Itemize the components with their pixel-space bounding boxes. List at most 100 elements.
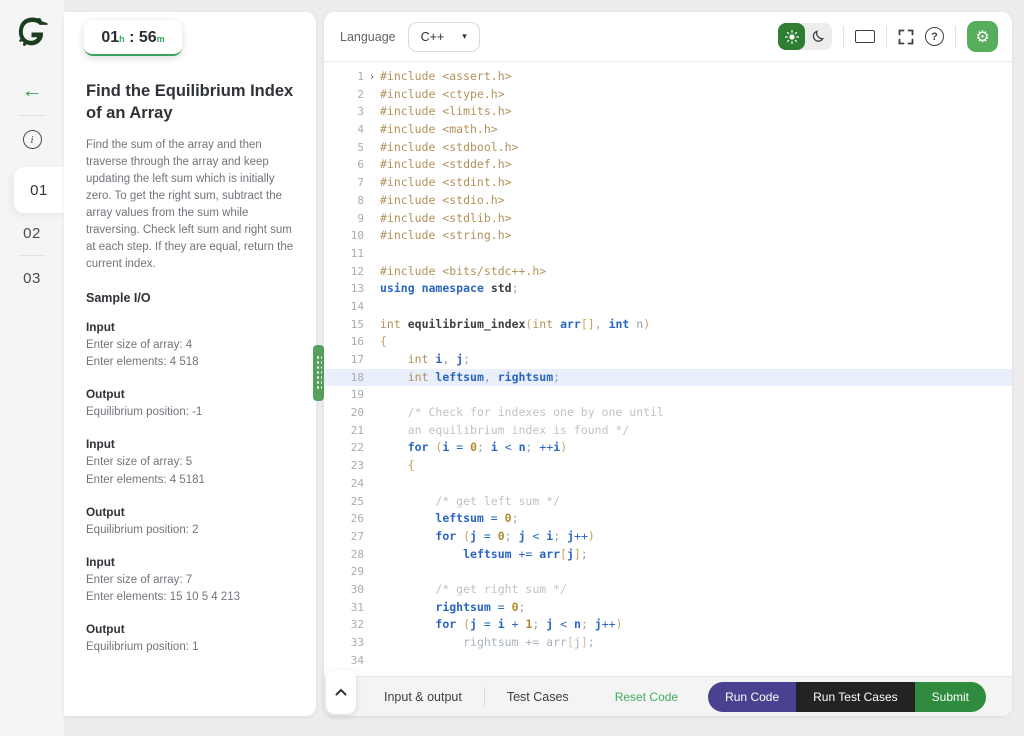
fullscreen-icon xyxy=(898,29,914,44)
code-line[interactable]: 1 › #include <assert.h> xyxy=(324,68,1012,86)
code-line[interactable]: 18 int leftsum, rightsum; xyxy=(324,368,1012,387)
code-line[interactable]: 15 int equilibrium_index(int arr[], int n… xyxy=(324,316,1012,334)
line-number: 26 xyxy=(350,512,364,526)
code-line[interactable]: 32 for (j = i + 1; j < n; j++) xyxy=(324,616,1012,634)
code-line[interactable]: 5 #include <stdbool.h> xyxy=(324,139,1012,157)
code-line[interactable]: 7 #include <stdint.h> xyxy=(324,174,1012,192)
code-text: /* get left sum */ xyxy=(435,493,561,508)
back-arrow-icon[interactable]: ← xyxy=(0,79,64,103)
code-line[interactable]: 14 xyxy=(324,298,1012,316)
code-line[interactable]: 2 #include <ctype.h> xyxy=(324,86,1012,104)
code-line[interactable]: 8 #include <stdio.h> xyxy=(324,192,1012,210)
code-line[interactable]: 28 leftsum += arr[j]; xyxy=(324,546,1012,564)
line-number: 13 xyxy=(350,282,364,296)
line-number: 33 xyxy=(350,636,364,649)
language-label: Language xyxy=(340,29,396,44)
question-tab-01[interactable]: 01 xyxy=(14,167,64,213)
io-block: Output Equilibrium position: 1 xyxy=(86,622,294,657)
code-line[interactable]: 10 #include <string.h> xyxy=(324,227,1012,245)
problem-title: Find the Equilibrium Index of an Array xyxy=(86,82,294,123)
fold-gutter xyxy=(364,316,380,334)
chevron-up-icon xyxy=(335,688,347,696)
code-line[interactable]: 26 leftsum = 0; xyxy=(324,510,1012,528)
tab-input-output[interactable]: Input & output xyxy=(384,690,462,704)
code-line[interactable]: 27 for (j = 0; j < i; j++) xyxy=(324,528,1012,546)
code-editor[interactable]: 1 › #include <assert.h> 2 #include <ctype.h>… xyxy=(324,62,1012,676)
code-line[interactable]: 4 #include <math.h> xyxy=(324,121,1012,139)
code-line[interactable]: 16 { xyxy=(324,333,1012,351)
code-text: #include <stdbool.h> xyxy=(380,139,519,154)
code-line[interactable]: 23 { xyxy=(324,457,1012,475)
code-line[interactable]: 25 /* get left sum */ xyxy=(324,493,1012,511)
code-text: /* Check for indexes one by one until xyxy=(407,405,664,420)
timer-minutes: 56 xyxy=(138,29,157,46)
fold-chevron-icon[interactable]: › xyxy=(364,68,380,86)
fold-gutter xyxy=(364,192,380,210)
line-number: 15 xyxy=(350,317,364,331)
io-block: Input Enter size of array: 5 Enter eleme… xyxy=(86,437,294,490)
code-text: { xyxy=(380,334,387,349)
code-line[interactable]: 22 for (i = 0; i < n; ++i) xyxy=(324,439,1012,457)
timer-hours-unit: h xyxy=(119,34,125,44)
run-code-button[interactable]: Run Code xyxy=(708,681,797,712)
dark-theme-button[interactable] xyxy=(805,23,832,50)
line-number: 9 xyxy=(357,211,364,225)
help-icon: ? xyxy=(931,30,938,43)
io-label: Input xyxy=(86,319,115,334)
code-line[interactable]: 3 #include <limits.h> xyxy=(324,103,1012,121)
fullscreen-button[interactable] xyxy=(898,29,914,45)
code-text: #include <stdio.h> xyxy=(380,192,505,207)
panel-resize-grip[interactable] xyxy=(313,345,324,401)
toolbar-divider xyxy=(955,25,956,48)
line-number: 22 xyxy=(350,441,364,455)
left-rail: ← i 01 02 03 xyxy=(0,0,64,736)
code-text: #include <limits.h> xyxy=(380,104,512,119)
line-number: 31 xyxy=(350,600,364,614)
settings-button[interactable]: ⚙ xyxy=(967,21,998,52)
code-line[interactable]: 31 rightsum = 0; xyxy=(324,599,1012,617)
code-line[interactable]: 17 int i, j; xyxy=(324,351,1012,369)
code-line[interactable]: 11 xyxy=(324,245,1012,263)
line-number: 27 xyxy=(350,529,364,543)
question-tab-03[interactable]: 03 xyxy=(0,258,64,298)
chevron-down-icon: ▾ xyxy=(462,31,467,41)
question-tab-02[interactable]: 02 xyxy=(0,213,64,253)
line-number: 25 xyxy=(350,494,364,508)
rail-divider xyxy=(19,255,45,256)
code-line[interactable]: 34 xyxy=(324,652,1012,670)
info-icon[interactable]: i xyxy=(22,130,42,149)
code-text: for (i = 0; i < n; ++i) xyxy=(407,440,568,455)
code-line[interactable]: 24 xyxy=(324,475,1012,493)
code-line[interactable]: 20 /* Check for indexes one by one until xyxy=(324,404,1012,422)
language-value: C++ xyxy=(420,29,445,44)
submit-button[interactable]: Submit xyxy=(914,681,986,712)
help-button[interactable]: ? xyxy=(925,27,944,46)
fold-gutter xyxy=(364,599,380,617)
collapse-panel-button[interactable] xyxy=(326,670,356,714)
code-line[interactable]: 12 #include <bits/stdc++.h> xyxy=(324,263,1012,281)
run-test-cases-button[interactable]: Run Test Cases xyxy=(796,681,915,712)
io-block: Output Equilibrium position: -1 xyxy=(86,387,294,422)
code-line[interactable]: 21 an equilibrium index is found */ xyxy=(324,422,1012,440)
io-block: Output Equilibrium position: 2 xyxy=(86,505,294,540)
line-number: 2 xyxy=(357,87,364,101)
code-line[interactable]: 33 rightsum += arr[j]; xyxy=(324,634,1012,652)
code-line[interactable]: 9 #include <stdlib.h> xyxy=(324,210,1012,228)
reset-code-link[interactable]: Reset Code xyxy=(615,690,678,704)
code-line[interactable]: 19 xyxy=(324,386,1012,404)
light-theme-button[interactable] xyxy=(778,23,805,50)
line-number: 10 xyxy=(350,229,364,243)
line-number: 18 xyxy=(350,370,364,384)
window-button[interactable] xyxy=(855,30,875,43)
code-text: { xyxy=(407,458,415,473)
line-number: 4 xyxy=(357,123,364,137)
code-line[interactable]: 13 using namespace std; xyxy=(324,280,1012,298)
code-line[interactable]: 29 xyxy=(324,563,1012,581)
io-line: Enter size of array: 7 xyxy=(86,573,193,586)
code-line[interactable]: 6 #include <stddef.h> xyxy=(324,156,1012,174)
fold-gutter xyxy=(364,245,380,263)
language-select[interactable]: C++ ▾ xyxy=(407,21,480,52)
io-block: Input Enter size of array: 7 Enter eleme… xyxy=(86,555,294,608)
code-line[interactable]: 30 /* get right sum */ xyxy=(324,581,1012,599)
tab-test-cases[interactable]: Test Cases xyxy=(507,690,569,704)
